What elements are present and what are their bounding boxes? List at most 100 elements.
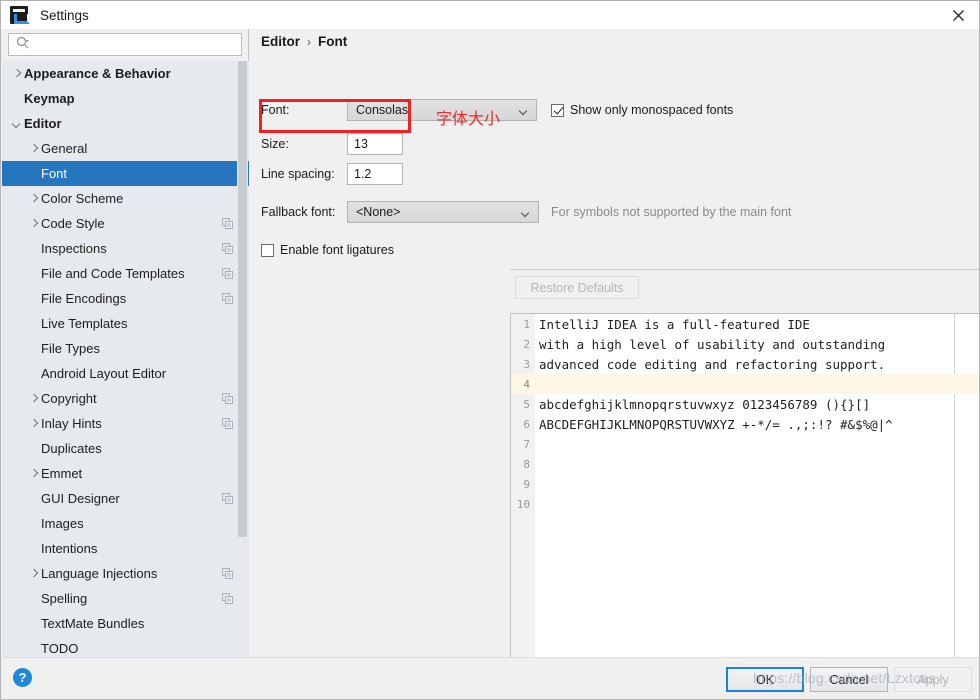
code-line: 6 ABCDEFGHIJKLMNOPQRSTUVWXYZ +-*/= .,;:!?… (511, 414, 979, 434)
ok-button[interactable]: OK (726, 667, 804, 692)
sidebar-item-todo[interactable]: TODO (2, 636, 249, 657)
chevron-right-icon[interactable] (28, 142, 41, 155)
sidebar-item-keymap[interactable]: Keymap (2, 86, 249, 111)
copy-settings-icon[interactable] (222, 493, 233, 504)
sidebar-item-font[interactable]: Font (2, 161, 249, 186)
fallback-font-value: <None> (356, 205, 401, 219)
sidebar-item-android-layout-editor[interactable]: Android Layout Editor (2, 361, 249, 386)
copy-settings-icon[interactable] (222, 218, 233, 229)
chevron-right-icon[interactable] (28, 467, 41, 480)
close-icon[interactable] (935, 1, 979, 29)
code-line: 5 abcdefghijklmnopqrstuvwxyz 0123456789 (… (511, 394, 979, 414)
search-box[interactable] (8, 33, 242, 56)
sidebar-item-label: File Encodings (41, 291, 127, 306)
chevron-down-icon[interactable] (11, 117, 24, 130)
sidebar-item-label: Inlay Hints (41, 416, 102, 431)
sidebar-item-general[interactable]: General (2, 136, 249, 161)
sidebar-item-inspections[interactable]: Inspections (2, 236, 249, 261)
enable-ligatures-checkbox[interactable]: Enable font ligatures (261, 243, 394, 257)
line-spacing-input[interactable] (347, 163, 403, 185)
sidebar-item-textmate-bundles[interactable]: TextMate Bundles (2, 611, 249, 636)
copy-settings-icon[interactable] (222, 568, 233, 579)
chevron-right-icon[interactable] (28, 192, 41, 205)
sidebar-item-language-injections[interactable]: Language Injections (2, 561, 249, 586)
copy-settings-icon[interactable] (222, 268, 233, 279)
copy-settings-icon[interactable] (222, 293, 233, 304)
line-number: 6 (523, 417, 530, 431)
sidebar-item-file-encodings[interactable]: File Encodings (2, 286, 249, 311)
sidebar-item-label: Color Scheme (41, 191, 124, 206)
search-input[interactable] (30, 35, 241, 54)
sidebar-item-label: General (41, 141, 88, 156)
font-family-value: Consolas (356, 103, 409, 117)
code-line: 8 (511, 454, 979, 474)
sidebar-item-duplicates[interactable]: Duplicates (2, 436, 249, 461)
breadcrumb-root[interactable]: Editor (261, 34, 300, 49)
window-title: Settings (40, 7, 89, 23)
sidebar-scrollbar-thumb[interactable] (238, 61, 247, 537)
chevron-right-icon[interactable] (28, 567, 41, 580)
copy-settings-icon[interactable] (222, 418, 233, 429)
font-label: Font: (261, 103, 290, 117)
sidebar-item-editor[interactable]: Editor (2, 111, 249, 136)
chevron-down-icon (520, 108, 527, 115)
copy-settings-icon[interactable] (222, 243, 233, 254)
sidebar-item-gui-designer[interactable]: GUI Designer (2, 486, 249, 511)
size-annotation-text: 字体大小 (436, 109, 501, 128)
code-line: 7 (511, 434, 979, 454)
sidebar-item-label: TODO (41, 641, 79, 656)
sidebar-item-label: File and Code Templates (41, 266, 185, 281)
line-text: advanced code editing and refactoring su… (539, 356, 886, 372)
font-preview-editor[interactable]: 1 IntelliJ IDEA is a full-featured IDE 2 wi… (510, 313, 979, 675)
sidebar-scrollbar[interactable] (237, 61, 248, 657)
title-bar: Settings (1, 1, 979, 29)
code-line: 10 (511, 494, 979, 514)
sidebar-item-emmet[interactable]: Emmet (2, 461, 249, 486)
chevron-right-icon[interactable] (28, 392, 41, 405)
chevron-right-icon[interactable] (28, 417, 41, 430)
copy-settings-icon[interactable] (222, 393, 233, 404)
show-monospaced-checkbox[interactable]: Show only monospaced fonts (551, 103, 733, 117)
line-spacing-label: Line spacing: (261, 167, 335, 181)
restore-defaults-button[interactable]: Restore Defaults (515, 276, 639, 299)
sidebar-item-label: Intentions (41, 541, 98, 556)
sidebar-item-color-scheme[interactable]: Color Scheme (2, 186, 249, 211)
sidebar-item-label: Editor (24, 116, 62, 131)
sidebar-item-spelling[interactable]: Spelling (2, 586, 249, 611)
sidebar-item-copyright[interactable]: Copyright (2, 386, 249, 411)
fallback-font-dropdown[interactable]: <None> (347, 201, 539, 223)
intellij-logo-icon (10, 6, 30, 24)
sidebar-item-label: Code Style (41, 216, 105, 231)
code-line: 9 (511, 474, 979, 494)
sidebar-item-file-and-code-templates[interactable]: File and Code Templates (2, 261, 249, 286)
settings-sidebar: Appearance & Behavior Keymap Editor General… (2, 29, 249, 657)
sidebar-item-appearance-behavior[interactable]: Appearance & Behavior (2, 61, 249, 86)
apply-button: Apply (894, 667, 972, 692)
line-text: with a high level of usability and outst… (539, 336, 886, 352)
chevron-right-icon[interactable] (11, 67, 24, 80)
sidebar-item-label: GUI Designer (41, 491, 120, 506)
sidebar-item-images[interactable]: Images (2, 511, 249, 536)
sidebar-item-live-templates[interactable]: Live Templates (2, 311, 249, 336)
breadcrumb: Editor › Font (261, 34, 347, 49)
ligatures-row: Enable font ligatures (261, 239, 394, 261)
font-size-input[interactable] (347, 133, 403, 155)
line-spacing-row: Line spacing: (261, 163, 403, 185)
copy-settings-icon[interactable] (222, 593, 233, 604)
code-line: 1 IntelliJ IDEA is a full-featured IDE (511, 314, 979, 334)
sidebar-item-inlay-hints[interactable]: Inlay Hints (2, 411, 249, 436)
sidebar-item-label: Appearance & Behavior (24, 66, 171, 81)
chevron-right-icon[interactable] (28, 217, 41, 230)
help-button[interactable]: ? (13, 668, 32, 687)
settings-dialog: Settings Appearance & Behavior Keymap Ed… (0, 0, 980, 700)
sidebar-item-file-types[interactable]: File Types (2, 336, 249, 361)
sidebar-item-intentions[interactable]: Intentions (2, 536, 249, 561)
cancel-button[interactable]: Cancel (810, 667, 888, 692)
sidebar-item-code-style[interactable]: Code Style (2, 211, 249, 236)
